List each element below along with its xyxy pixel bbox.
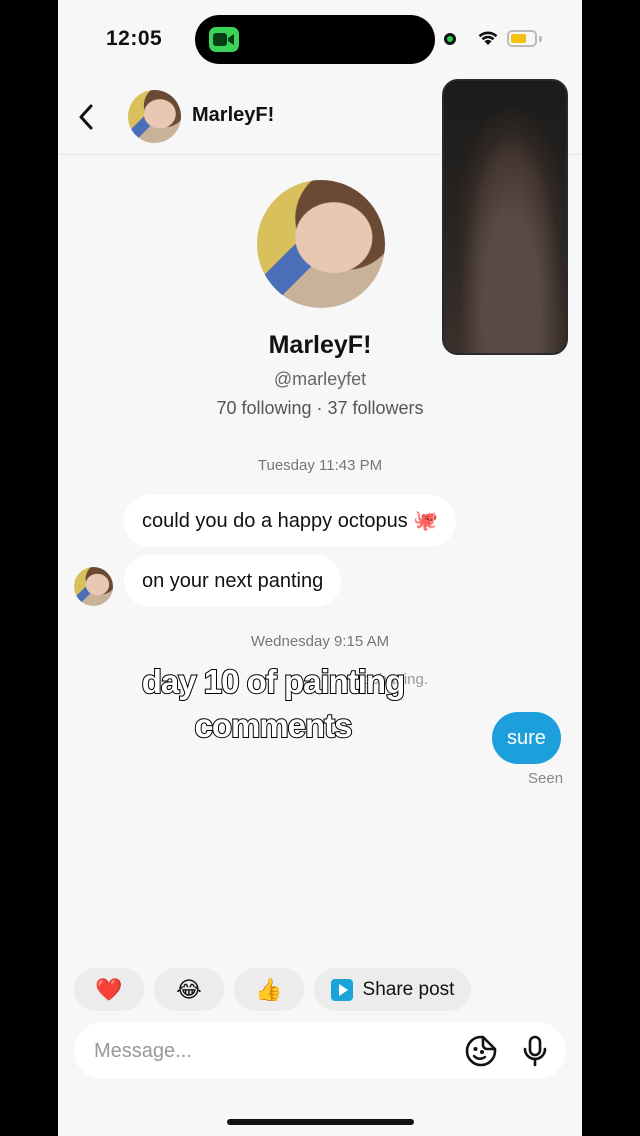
home-indicator[interactable] bbox=[227, 1119, 414, 1125]
message-input[interactable] bbox=[92, 1022, 436, 1081]
share-post-label: Share post bbox=[362, 978, 455, 1000]
chevron-left-icon[interactable] bbox=[76, 102, 98, 132]
header-username[interactable]: MarleyF! bbox=[192, 104, 274, 127]
quick-reaction-thumbs-up[interactable]: 👍 bbox=[234, 968, 304, 1011]
status-time: 12:05 bbox=[106, 27, 163, 50]
profile-name: MarleyF! bbox=[268, 331, 372, 359]
sender-avatar[interactable] bbox=[74, 567, 113, 606]
dynamic-island[interactable] bbox=[195, 15, 435, 64]
profile-avatar[interactable] bbox=[257, 180, 385, 308]
quick-reaction-laugh[interactable]: 😂 bbox=[154, 968, 224, 1011]
heart-emoji: ❤️ bbox=[95, 976, 123, 1002]
status-bar: 12:05 bbox=[58, 0, 582, 80]
microphone-icon[interactable] bbox=[518, 1034, 552, 1068]
camera-in-use-dot bbox=[444, 33, 456, 45]
share-post-button[interactable]: Share post bbox=[314, 968, 471, 1011]
laugh-emoji: 😂 bbox=[176, 976, 202, 1002]
battery-fill bbox=[511, 34, 527, 43]
profile-stats: 70 following · 37 followers bbox=[216, 398, 424, 418]
header-avatar[interactable] bbox=[128, 90, 181, 143]
video-call-preview[interactable] bbox=[442, 79, 568, 355]
video-call-indicator[interactable] bbox=[209, 27, 239, 52]
play-icon bbox=[330, 978, 353, 1001]
incoming-message[interactable]: on your next panting bbox=[124, 555, 342, 607]
incoming-message[interactable]: could you do a happy octopus 🐙 bbox=[124, 495, 457, 547]
battery-icon bbox=[507, 30, 537, 47]
message-timestamp: Tuesday 11:43 PM bbox=[257, 457, 383, 474]
battery-cap bbox=[539, 36, 542, 42]
outgoing-message[interactable]: sure bbox=[492, 712, 561, 764]
seen-indicator: Seen bbox=[528, 770, 564, 787]
video-caption-overlay: day 10 of painting comments bbox=[141, 662, 407, 745]
wifi-icon bbox=[478, 31, 498, 45]
message-timestamp: Wednesday 9:15 AM bbox=[250, 633, 390, 650]
quick-reaction-heart[interactable]: ❤️ bbox=[74, 968, 144, 1011]
sticker-icon[interactable] bbox=[464, 1034, 498, 1068]
video-camera-icon bbox=[213, 33, 234, 46]
thumbs-up-emoji: 👍 bbox=[255, 976, 283, 1002]
message-composer bbox=[74, 1022, 566, 1081]
chat-screen: 12:05 MarleyF! MarleyF! @marleyfet 70 fo… bbox=[58, 0, 582, 1136]
profile-handle: @marleyfet bbox=[273, 369, 367, 389]
